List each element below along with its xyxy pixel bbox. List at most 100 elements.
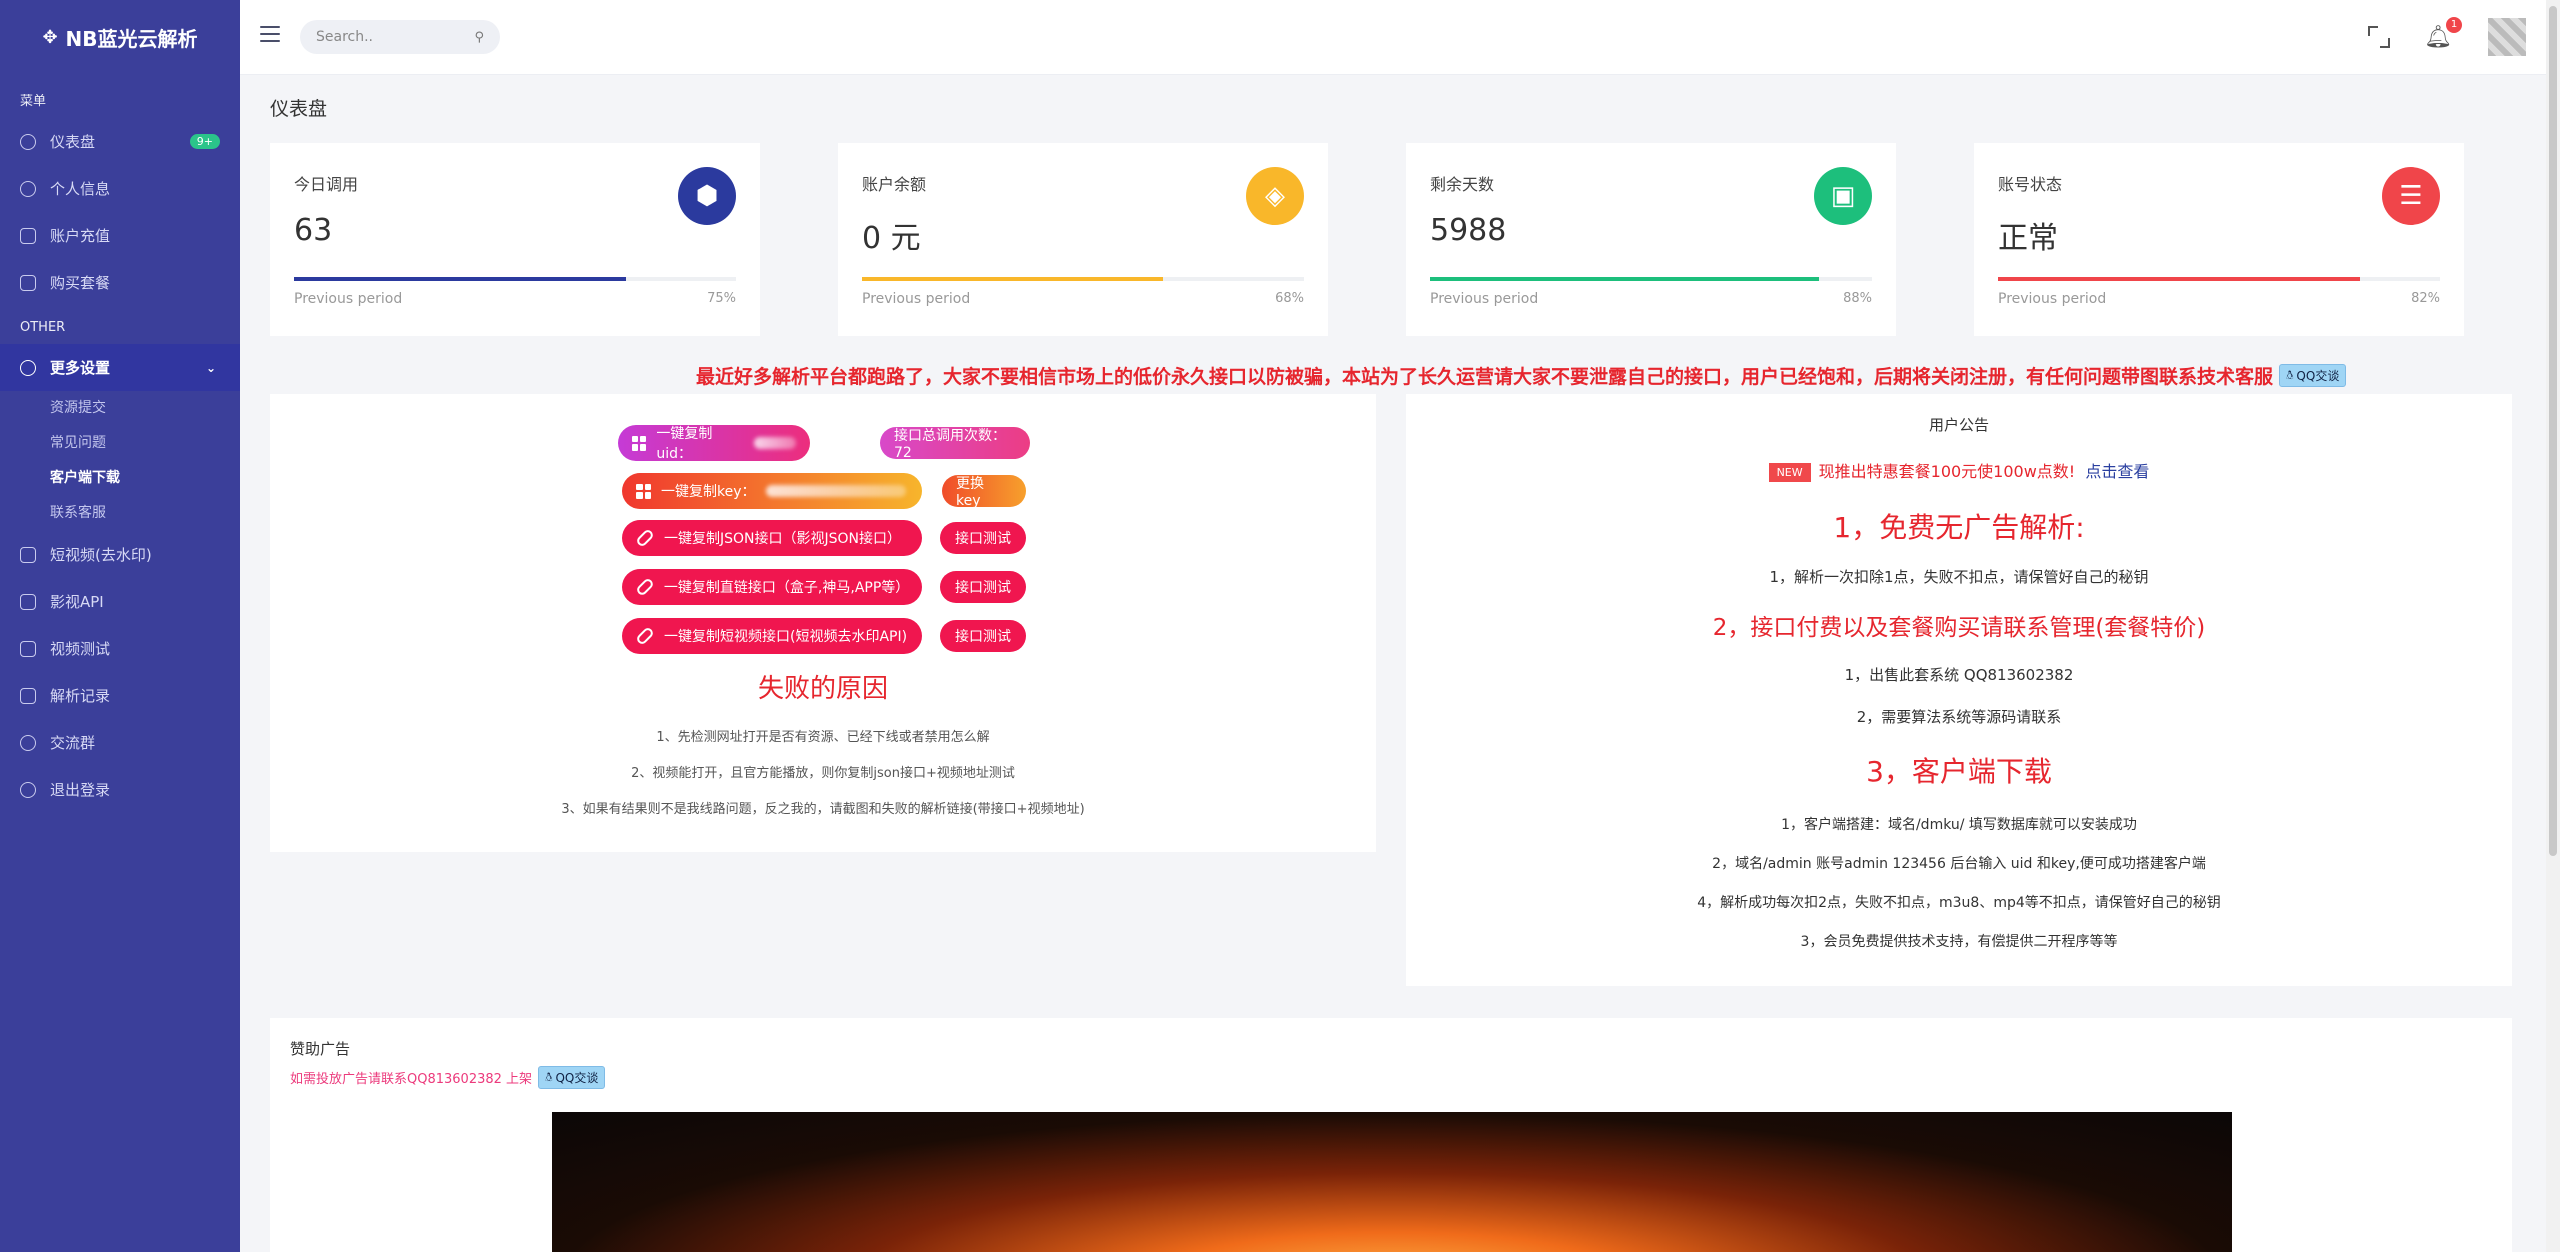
sidebar-item-more-settings[interactable]: 更多设置 ⌄ [0,344,240,391]
copy-json-label: 一键复制JSON接口（影视JSON接口） [664,531,902,547]
sidebar-item-parse-log[interactable]: 解析记录 [0,672,240,719]
scrollbar-thumb[interactable] [2549,6,2557,856]
search-input[interactable]: Search.. ⚲ [300,20,500,54]
progress-fill [294,277,626,281]
test-short-video-api-button[interactable]: 接口测试 [940,620,1026,652]
progress-fill [1430,277,1819,281]
progress-fill [1998,277,2361,281]
stat-value: 0 元 [862,221,921,256]
link-icon [635,528,655,548]
sidebar-item-group[interactable]: 交流群 [0,719,240,766]
sidebar-subitem-faq[interactable]: 常见问题 [0,426,240,461]
change-key-button[interactable]: 更换 key [942,475,1026,509]
copy-key-button[interactable]: 一键复制key： [622,473,922,509]
avatar[interactable] [2488,18,2526,56]
test-label: 接口测试 [955,580,1011,596]
topbar: Search.. ⚲ 🔔︎ 1 [240,0,2560,75]
stat-label: 今日调用 [294,175,359,194]
page-scrollbar[interactable] [2546,0,2560,1252]
qq-chat-label: QQ交谈 [2296,369,2340,383]
notice-line-3c: 4，解析成功每次扣2点，失败不扣点，m3u8、mp4等不扣点，请保管好自己的秘钥 [1697,895,2221,911]
user-icon [20,180,36,197]
gear-icon [20,359,36,376]
sidebar-item-label: 更多设置 [50,359,111,377]
sidebar-item-profile[interactable]: 个人信息 [0,165,240,212]
copy-short-video-api-button[interactable]: 一键复制短视频接口(短视频去水印API) [622,618,922,654]
sidebar-item-label: 仪表盘 [50,133,96,151]
promo-line: NEW 现推出特惠套餐100元使100w点数! 点击查看 [1406,458,2512,482]
copy-direct-api-button[interactable]: 一键复制直链接口（盒子,神马,APP等） [622,569,922,605]
stat-prev-label: Previous period [1430,291,1539,307]
credit-card-icon [20,227,36,244]
sidebar-item-label: 视频测试 [50,640,111,658]
briefcase-icon: ▣ [1814,167,1872,225]
sidebar-item-label: 交流群 [50,734,96,752]
sidebar-item-buy-package[interactable]: 购买套餐 [0,259,240,306]
api-card: 一键复制uid： 接口总调用次数：72 一键复制key： 更换 key 一键复制… [270,394,1376,852]
test-label: 接口测试 [955,531,1011,547]
copy-json-api-button[interactable]: 一键复制JSON接口（影视JSON接口） [622,520,922,556]
menu-toggle-icon[interactable] [260,26,280,42]
ad-banner-image[interactable] [552,1112,2232,1252]
layers-icon: ☰ [2382,167,2440,225]
notice-heading-1: 1，免费无广告解析: [1833,511,2085,544]
sidebar-item-recharge[interactable]: 账户充值 [0,212,240,259]
ad-qq-chat-button[interactable]: 🐧︎ QQ交谈 [538,1066,606,1089]
other-section-label: OTHER [20,320,66,335]
copy-key-label: 一键复制key： [661,484,756,500]
qq-chat-label: QQ交谈 [555,1071,599,1085]
search-icon[interactable]: ⚲ [474,30,484,45]
sidebar-item-label: 购买套餐 [50,274,111,292]
sidebar: ✥ NB蓝光云解析 菜单 仪表盘 9+ 个人信息 账户充值 购买套餐 OTHER… [0,0,240,1252]
folder-icon [20,546,36,563]
sidebar-item-dashboard[interactable]: 仪表盘 9+ [0,118,240,165]
total-calls-badge: 接口总调用次数：72 [880,427,1030,461]
dashboard-badge: 9+ [189,134,220,149]
cube-icon: ⬢ [678,167,736,225]
sidebar-subitem-client-download[interactable]: 客户端下载 [0,461,240,496]
sidebar-item-logout[interactable]: 退出登录 [0,766,240,813]
grid-icon [632,435,647,451]
fail-reason-1: 1、先检测网址打开是否有资源、已经下线或者禁用怎么解 [656,730,990,745]
sponsor-ad-card: 赞助广告 如需投放广告请联系QQ813602382 上架 🐧︎ QQ交谈 [270,1018,2512,1252]
notice-line-3d: 3，会员免费提供技术支持，有偿提供二开程序等等 [1800,934,2118,950]
stat-card-today-calls: 今日调用 63 ⬢ Previous period 75% [270,143,760,336]
notification-bell-icon[interactable]: 🔔︎ 1 [2424,16,2462,50]
stat-value: 5988 [1430,213,1507,248]
progress-bar [294,277,736,281]
notice-line-3a: 1，客户端搭建：域名/dmku/ 填写数据库就可以安装成功 [1781,817,2137,833]
sidebar-subitem-contact-support[interactable]: 联系客服 [0,496,240,531]
fullscreen-icon[interactable] [2368,26,2391,48]
test-label: 接口测试 [955,629,1011,645]
sidebar-item-label: 账户充值 [50,227,111,245]
brand[interactable]: ✥ NB蓝光云解析 [0,0,240,74]
folder-icon [20,640,36,657]
masked-key [765,485,906,497]
folder-icon [20,593,36,610]
search-placeholder: Search.. [316,29,373,45]
menu-section-label: 菜单 [20,94,47,109]
sidebar-subitem-resource-submit[interactable]: 资源提交 [0,391,240,426]
sidebar-item-label: 个人信息 [50,180,111,198]
copy-uid-button[interactable]: 一键复制uid： [618,425,810,462]
copy-uid-label: 一键复制uid： [656,426,713,462]
stat-percent: 88% [1843,291,1872,306]
notice-heading-3: 3，客户端下载 [1866,755,2052,788]
brand-title: NB蓝光云解析 [65,26,198,51]
stat-percent: 75% [707,291,736,306]
sidebar-item-movie-api[interactable]: 影视API [0,578,240,625]
test-direct-api-button[interactable]: 接口测试 [940,571,1026,603]
test-json-api-button[interactable]: 接口测试 [940,522,1026,554]
link-icon [635,626,655,646]
promo-link[interactable]: 点击查看 [2085,462,2149,481]
sidebar-item-label: 解析记录 [50,687,111,705]
qq-chat-button[interactable]: 🐧︎ QQ交谈 [2279,364,2347,387]
stat-card-balance: 账户余额 0 元 ◈ Previous period 68% [838,143,1328,336]
cart-icon [20,274,36,291]
sidebar-item-video-test[interactable]: 视频测试 [0,625,240,672]
stat-label: 账户余额 [862,175,927,194]
marquee-text: 最近好多解析平台都跑路了，大家不要相信市场上的低价永久接口以防被骗，本站为了长久… [696,366,2274,388]
sidebar-item-short-video[interactable]: 短视频(去水印) [0,531,240,578]
masked-uid [753,437,797,449]
notice-line-2b: 2，需要算法系统等源码请联系 [1856,708,2062,726]
